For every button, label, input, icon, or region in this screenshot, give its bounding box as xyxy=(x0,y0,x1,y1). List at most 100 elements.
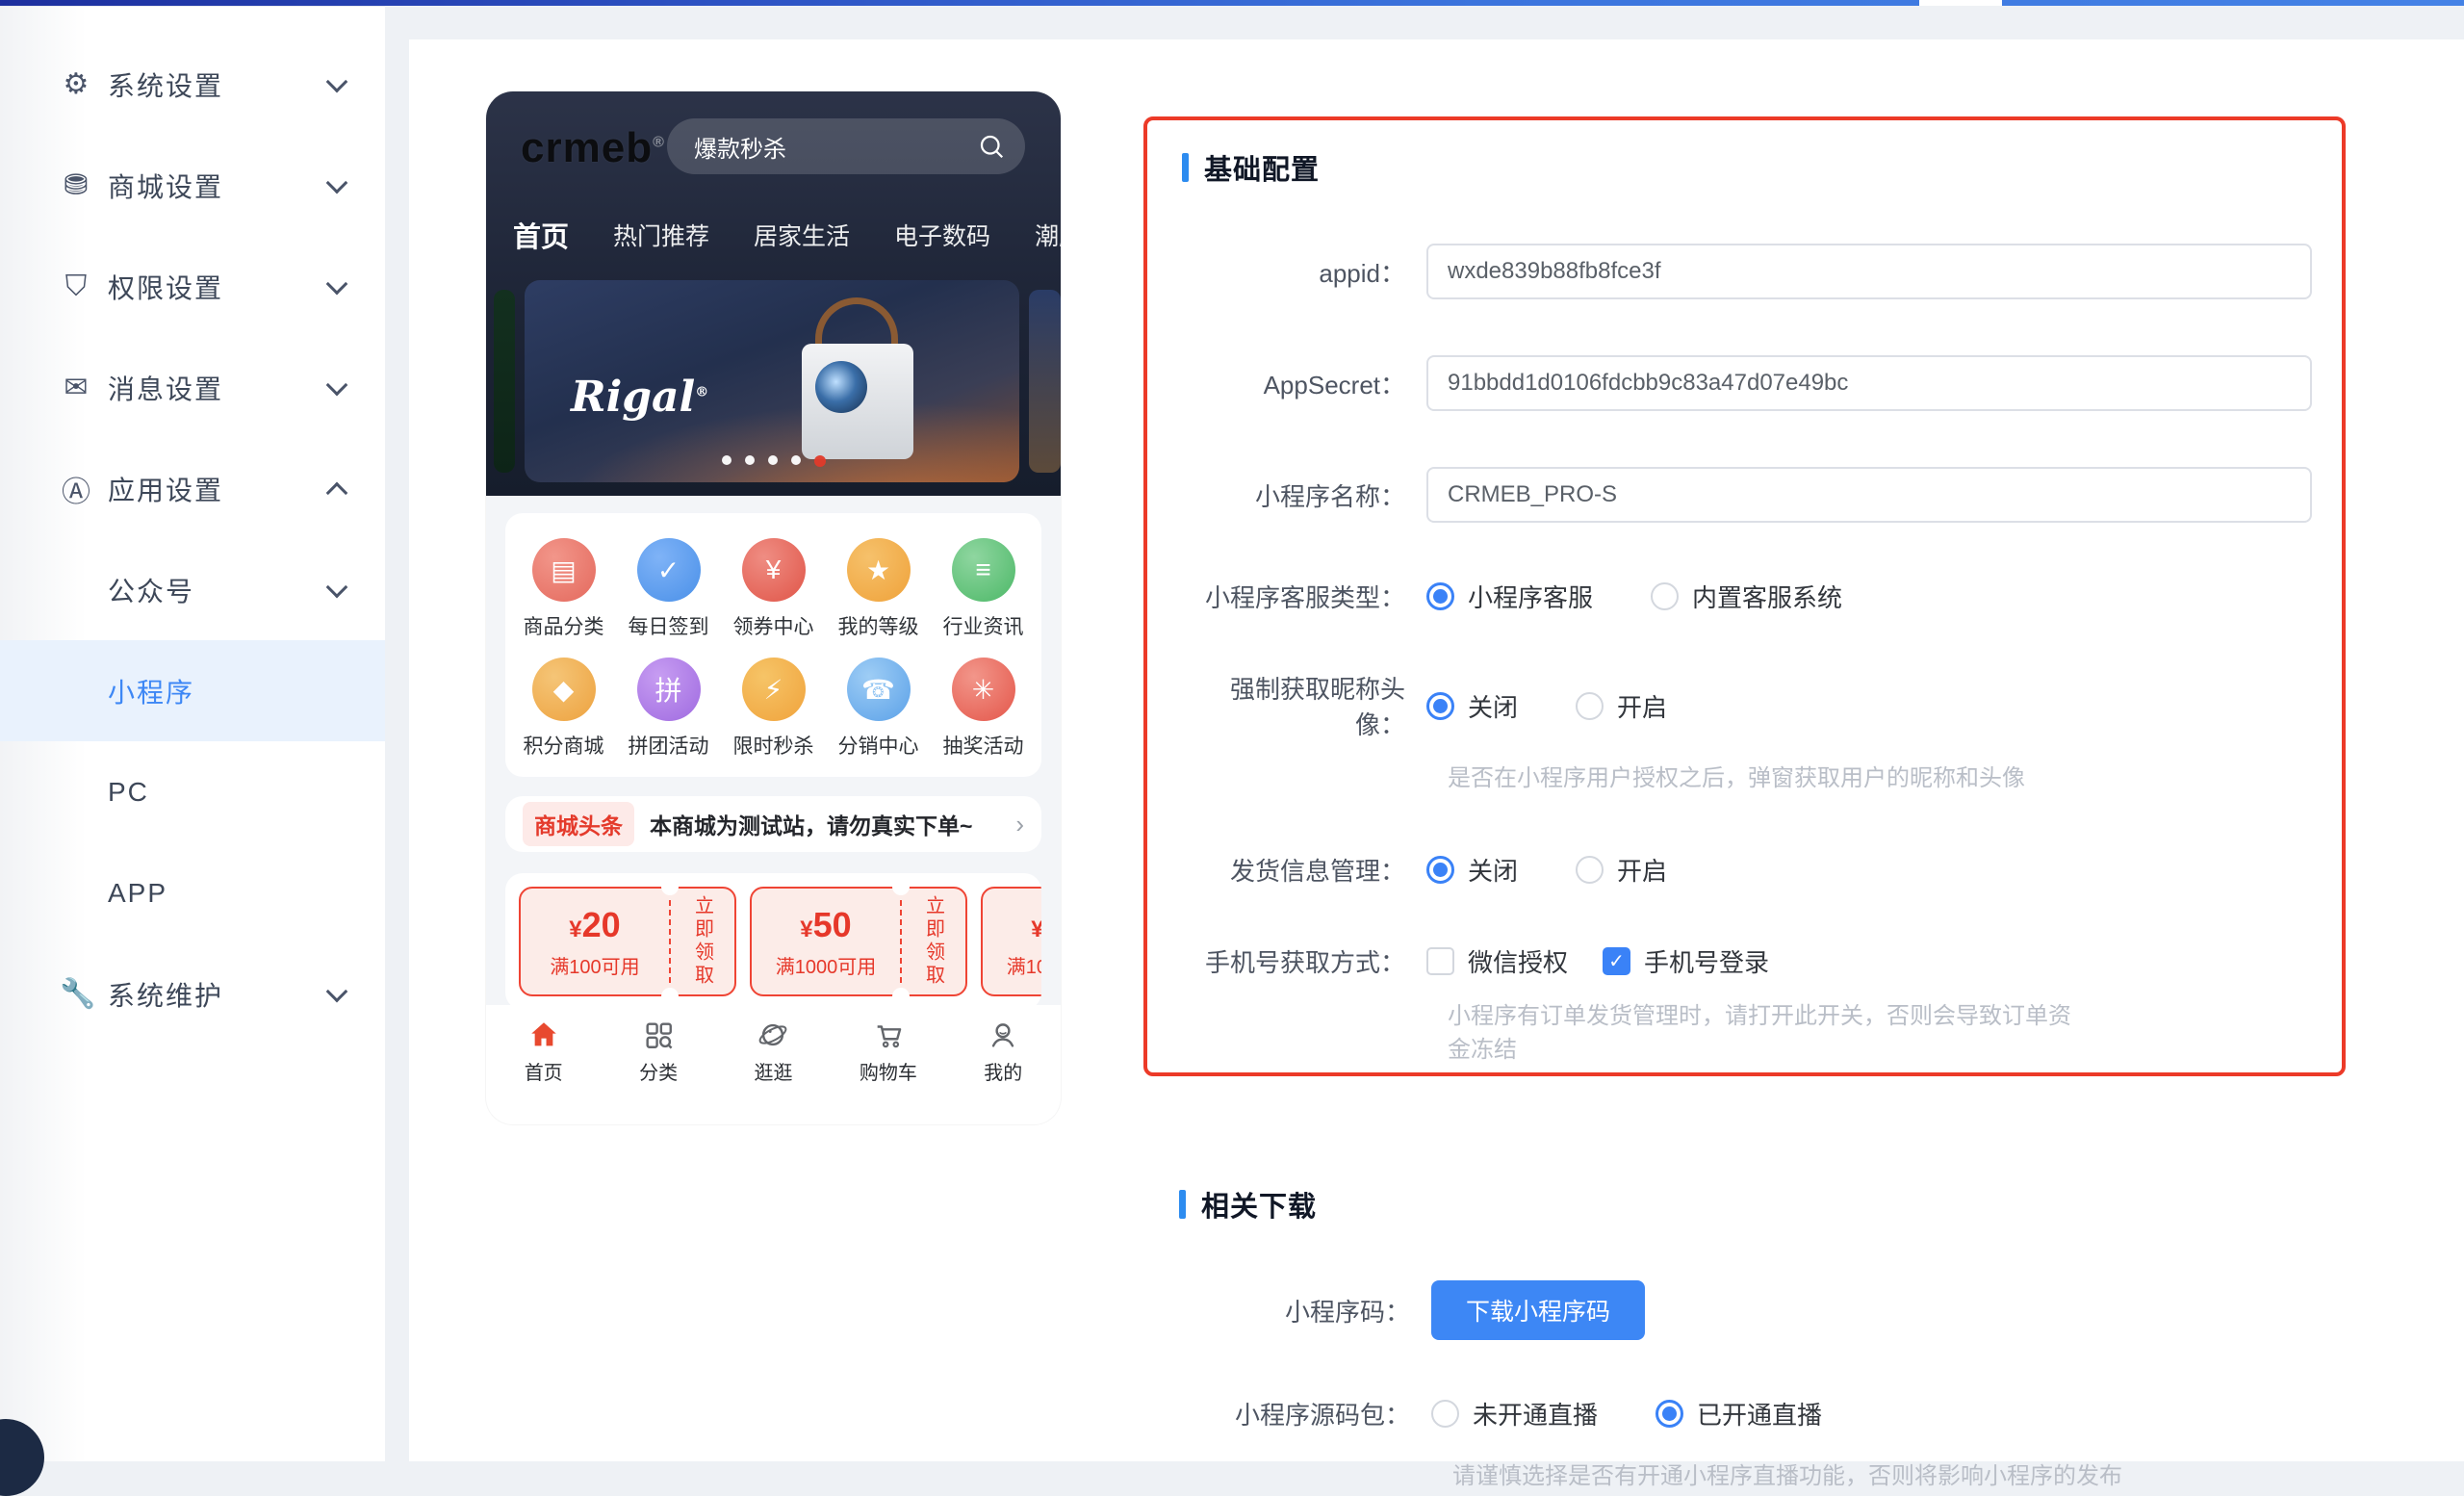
search-input[interactable]: 爆款秒杀 xyxy=(667,118,1025,174)
coupon-item[interactable]: ¥50 满1000可用 xyxy=(981,887,1041,996)
nav-tab-living[interactable]: 居家生活 xyxy=(754,218,850,252)
mini-program-name-input[interactable] xyxy=(1426,467,2312,523)
source-package-label: 小程序源码包： xyxy=(1179,1396,1410,1432)
coupon-icon: ¥ xyxy=(742,538,806,602)
checkbox-phone-login[interactable]: ✓ 手机号登录 xyxy=(1603,943,1769,979)
appstore-icon: Ⓐ xyxy=(60,468,92,510)
distribution-icon: ☎ xyxy=(847,658,911,721)
carousel-prev-slide xyxy=(494,290,515,473)
menu-item-points-mall[interactable]: ◆ 积分商城 xyxy=(511,658,616,760)
tab-browse[interactable]: 逛逛 xyxy=(730,1019,816,1085)
carousel-dot[interactable] xyxy=(791,455,801,465)
sidebar-item-label: 商城设置 xyxy=(108,167,223,205)
radio-label: 开启 xyxy=(1617,852,1667,888)
preview-category-nav: 首页 热门推荐 居家生活 电子数码 潮牌服饰 xyxy=(486,215,1061,255)
tab-profile[interactable]: 我的 xyxy=(960,1019,1046,1085)
tab-category[interactable]: 分类 xyxy=(615,1019,702,1085)
carousel-dots xyxy=(486,455,1061,467)
sidebar: ⚙ 系统设置 ⛃ 商城设置 ⛉ 权限设置 ✉ 消息设置 Ⓐ 应用设置 公众号 xyxy=(0,6,385,1461)
sidebar-item-pc[interactable]: PC xyxy=(0,741,385,842)
nav-tab-home[interactable]: 首页 xyxy=(513,215,569,255)
mall-headline[interactable]: 商城头条 本商城为测试站，请勿真实下单~ › xyxy=(505,796,1041,852)
radio-selected-icon xyxy=(1426,856,1454,884)
radio-nickname-on[interactable]: 开启 xyxy=(1576,688,1667,724)
radio-unselected-icon xyxy=(1651,582,1679,610)
menu-item-distribution[interactable]: ☎ 分销中心 xyxy=(826,658,931,760)
radio-live-enabled[interactable]: 已开通直播 xyxy=(1656,1396,1822,1432)
sidebar-item-app[interactable]: APP xyxy=(0,842,385,943)
menu-item-flash-sale[interactable]: ⚡ 限时秒杀 xyxy=(721,658,826,760)
menu-item-label: 行业资讯 xyxy=(943,611,1024,640)
radio-shipping-on[interactable]: 开启 xyxy=(1576,852,1667,888)
tab-home[interactable]: 首页 xyxy=(500,1019,587,1085)
checkbox-checked-icon: ✓ xyxy=(1603,947,1630,975)
menu-item-label: 分销中心 xyxy=(838,731,919,760)
menu-item-my-level[interactable]: ★ 我的等级 xyxy=(826,538,931,640)
menu-item-categories[interactable]: ▤ 商品分类 xyxy=(511,538,616,640)
qr-code-label: 小程序码： xyxy=(1179,1293,1410,1328)
sidebar-item-system-maintenance[interactable]: 🔧 系统维护 xyxy=(0,943,385,1045)
user-icon xyxy=(987,1019,1019,1051)
sidebar-item-app-settings[interactable]: Ⓐ 应用设置 xyxy=(0,438,385,539)
mini-program-preview: crmeb® 爆款秒杀 首页 热门推荐 居家生活 电子数码 潮牌服饰 xyxy=(486,91,1061,1124)
form-row-source-package: 小程序源码包： 未开通直播 已开通直播 xyxy=(1179,1396,2430,1432)
home-icon xyxy=(527,1019,560,1051)
sidebar-item-label: APP xyxy=(108,878,167,909)
planet-icon xyxy=(757,1019,789,1051)
chevron-down-icon xyxy=(326,980,348,1002)
sidebar-item-mini-program[interactable]: 小程序 xyxy=(0,640,385,741)
banner-carousel[interactable]: Rigal® xyxy=(486,280,1061,482)
sidebar-item-system-settings[interactable]: ⚙ 系统设置 xyxy=(0,34,385,135)
radio-label: 已开通直播 xyxy=(1697,1396,1822,1432)
main-content: crmeb® 爆款秒杀 首页 热门推荐 居家生活 电子数码 潮牌服饰 xyxy=(409,39,2464,1461)
appid-input[interactable] xyxy=(1426,244,2312,299)
cart-icon xyxy=(872,1019,905,1051)
menu-item-lucky-draw[interactable]: ✳ 抽奖活动 xyxy=(931,658,1036,760)
chevron-down-icon xyxy=(326,576,348,598)
chevron-right-icon: › xyxy=(1015,810,1024,839)
radio-builtin-service[interactable]: 内置客服系统 xyxy=(1651,579,1842,614)
carousel-dot-active[interactable] xyxy=(814,455,826,467)
nav-tab-fashion[interactable]: 潮牌服饰 xyxy=(1035,218,1061,252)
radio-mini-program-service[interactable]: 小程序客服 xyxy=(1426,579,1593,614)
form-row-service-type: 小程序客服类型： 小程序客服 内置客服系统 xyxy=(1182,579,2307,614)
sidebar-item-official-account[interactable]: 公众号 xyxy=(0,539,385,640)
claim-coupon-button[interactable]: 立即领取 xyxy=(671,889,734,994)
radio-shipping-off[interactable]: 关闭 xyxy=(1426,852,1518,888)
banner-slide[interactable]: Rigal® xyxy=(525,280,1019,482)
registered-mark: ® xyxy=(653,134,665,150)
nav-tab-digital[interactable]: 电子数码 xyxy=(894,218,990,252)
menu-item-coupon-center[interactable]: ¥ 领券中心 xyxy=(721,538,826,640)
sidebar-item-label: 权限设置 xyxy=(108,268,223,306)
chevron-down-icon xyxy=(326,374,348,396)
sidebar-item-label: 公众号 xyxy=(108,571,194,609)
menu-item-industry-news[interactable]: ≡ 行业资讯 xyxy=(931,538,1036,640)
sidebar-item-permission-settings[interactable]: ⛉ 权限设置 xyxy=(0,236,385,337)
radio-nickname-off[interactable]: 关闭 xyxy=(1426,688,1518,724)
sidebar-item-message-settings[interactable]: ✉ 消息设置 xyxy=(0,337,385,438)
radio-live-disabled[interactable]: 未开通直播 xyxy=(1431,1396,1598,1432)
checkbox-wechat-auth[interactable]: 微信授权 xyxy=(1426,943,1568,979)
tab-label: 我的 xyxy=(984,1057,1022,1085)
chevron-down-icon xyxy=(326,272,348,295)
download-qr-button[interactable]: 下载小程序码 xyxy=(1431,1280,1645,1340)
nav-tab-hot[interactable]: 热门推荐 xyxy=(613,218,709,252)
appsecret-input[interactable] xyxy=(1426,355,2312,411)
appsecret-label: AppSecret： xyxy=(1182,366,1405,401)
claim-coupon-button[interactable]: 立即领取 xyxy=(902,889,965,994)
carousel-dot[interactable] xyxy=(722,455,732,465)
store-icon: ⛃ xyxy=(60,168,92,202)
menu-item-label: 商品分类 xyxy=(524,611,604,640)
coupon-item[interactable]: ¥50 满1000可用 立即领取 xyxy=(750,887,967,996)
menu-item-group-buy[interactable]: 拼 拼团活动 xyxy=(616,658,721,760)
carousel-dot[interactable] xyxy=(745,455,755,465)
section-title: 相关下载 xyxy=(1179,1184,2430,1225)
carousel-dot[interactable] xyxy=(768,455,778,465)
sidebar-item-mall-settings[interactable]: ⛃ 商城设置 xyxy=(0,135,385,236)
menu-item-label: 拼团活动 xyxy=(629,731,709,760)
flashsale-icon: ⚡ xyxy=(742,658,806,721)
coupon-item[interactable]: ¥20 满100可用 立即领取 xyxy=(519,887,736,996)
form-row-shipping: 发货信息管理： 关闭 开启 xyxy=(1182,852,2307,888)
tab-cart[interactable]: 购物车 xyxy=(845,1019,932,1085)
menu-item-daily-checkin[interactable]: ✓ 每日签到 xyxy=(616,538,721,640)
